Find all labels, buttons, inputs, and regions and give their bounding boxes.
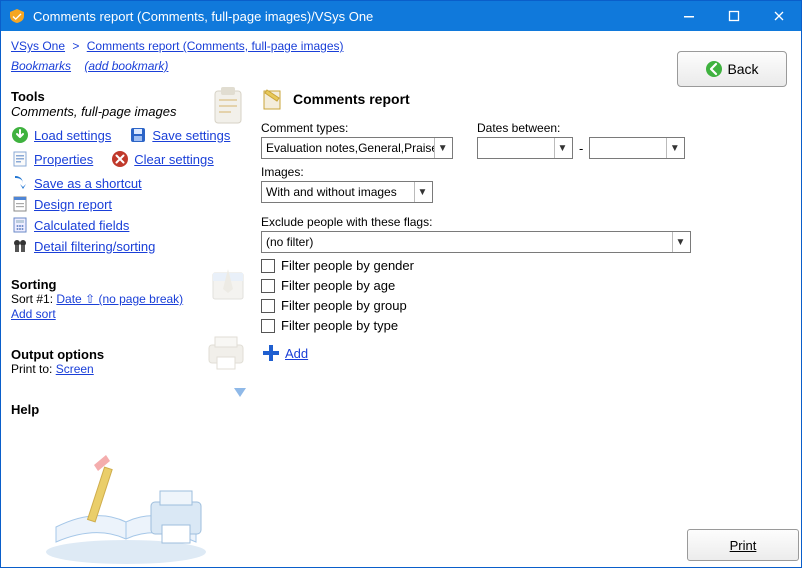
dropdown-arrow-icon: ▼ xyxy=(554,138,570,158)
save-icon xyxy=(129,126,147,144)
main-panel: Comments report Comment types: Evaluatio… xyxy=(261,83,801,567)
maximize-button[interactable] xyxy=(711,1,756,31)
breadcrumb-current[interactable]: Comments report (Comments, full-page ima… xyxy=(87,39,344,53)
back-button[interactable]: Back xyxy=(677,51,787,87)
filter-age-label: Filter people by age xyxy=(281,278,395,293)
header-area: VSys One > Comments report (Comments, fu… xyxy=(1,31,801,83)
content: Tools Comments, full-page images Load se… xyxy=(1,83,801,567)
report-title-icon xyxy=(261,87,285,111)
breadcrumb-root[interactable]: VSys One xyxy=(11,39,65,53)
load-settings-link[interactable]: Load settings xyxy=(34,128,111,143)
printer-icon xyxy=(203,329,249,375)
images-value: With and without images xyxy=(266,185,397,199)
filter-group-checkbox[interactable] xyxy=(261,299,275,313)
help-expand-icon[interactable] xyxy=(231,383,249,401)
bookmarks-row: Bookmarks (add bookmark) xyxy=(11,59,791,79)
bookmarks-link[interactable]: Bookmarks xyxy=(11,59,71,73)
exclude-flags-dropdown[interactable]: (no filter) ▼ xyxy=(261,231,691,253)
design-icon xyxy=(11,195,29,213)
left-panel: Tools Comments, full-page images Load se… xyxy=(1,83,261,567)
add-filter-link[interactable]: Add xyxy=(285,346,308,361)
design-report-link[interactable]: Design report xyxy=(34,197,112,212)
titlebar: Comments report (Comments, full-page ima… xyxy=(1,1,801,31)
decorative-book-printer-icon xyxy=(36,447,216,567)
dropdown-arrow-icon: ▼ xyxy=(434,138,450,158)
window-controls xyxy=(666,1,801,31)
clipboard-icon xyxy=(207,85,249,127)
breadcrumb-separator: > xyxy=(68,39,83,53)
app-icon xyxy=(9,8,25,24)
calculated-fields-link[interactable]: Calculated fields xyxy=(34,218,129,233)
print-to-label: Print to: xyxy=(11,362,52,376)
save-settings-link[interactable]: Save settings xyxy=(152,128,230,143)
date-from-dropdown[interactable]: ▼ xyxy=(477,137,573,159)
images-label: Images: xyxy=(261,165,433,179)
filter-type-label: Filter people by type xyxy=(281,318,398,333)
dropdown-arrow-icon: ▼ xyxy=(672,232,688,252)
add-bookmark-link[interactable]: (add bookmark) xyxy=(84,59,168,73)
detail-icon xyxy=(11,237,29,255)
shortcut-icon xyxy=(11,174,29,192)
filter-age-checkbox[interactable] xyxy=(261,279,275,293)
print-target-link[interactable]: Screen xyxy=(56,362,94,376)
clear-settings-link[interactable]: Clear settings xyxy=(134,152,213,167)
comment-types-label: Comment types: xyxy=(261,121,453,135)
detail-filtering-link[interactable]: Detail filtering/sorting xyxy=(34,239,155,254)
save-shortcut-link[interactable]: Save as a shortcut xyxy=(34,176,142,191)
dropdown-arrow-icon: ▼ xyxy=(666,138,682,158)
filter-gender-checkbox[interactable] xyxy=(261,259,275,273)
filter-type-checkbox[interactable] xyxy=(261,319,275,333)
help-heading: Help xyxy=(11,402,255,417)
comment-types-value: Evaluation notes,General,Praise xyxy=(266,141,434,155)
back-label: Back xyxy=(727,61,758,77)
window-title: Comments report (Comments, full-page ima… xyxy=(33,9,666,24)
main-title-row: Comments report xyxy=(261,85,787,113)
calc-icon xyxy=(11,216,29,234)
back-arrow-icon xyxy=(705,60,723,78)
sort-prefix: Sort #1: xyxy=(11,292,53,306)
add-plus-icon xyxy=(261,343,281,363)
clear-icon xyxy=(111,150,129,168)
filter-gender-label: Filter people by gender xyxy=(281,258,414,273)
filter-checkboxes: Filter people by gender Filter people by… xyxy=(261,258,787,333)
main-title: Comments report xyxy=(293,91,410,107)
properties-icon xyxy=(11,150,29,168)
calendar-pin-icon xyxy=(207,263,249,305)
sort-link[interactable]: Date ⇧ (no page break) xyxy=(56,292,183,306)
print-button[interactable]: Print xyxy=(687,529,799,561)
date-to-dropdown[interactable]: ▼ xyxy=(589,137,685,159)
exclude-flags-value: (no filter) xyxy=(266,235,313,249)
exclude-flags-label: Exclude people with these flags: xyxy=(261,215,691,229)
properties-link[interactable]: Properties xyxy=(34,152,93,167)
dropdown-arrow-icon: ▼ xyxy=(414,182,430,202)
dates-between-label: Dates between: xyxy=(477,121,685,135)
images-dropdown[interactable]: With and without images ▼ xyxy=(261,181,433,203)
load-icon xyxy=(11,126,29,144)
print-label: Print xyxy=(730,538,757,553)
comment-types-dropdown[interactable]: Evaluation notes,General,Praise ▼ xyxy=(261,137,453,159)
minimize-button[interactable] xyxy=(666,1,711,31)
filter-group-label: Filter people by group xyxy=(281,298,407,313)
add-sort-link[interactable]: Add sort xyxy=(11,307,56,321)
date-range-dash: - xyxy=(577,141,585,159)
close-button[interactable] xyxy=(756,1,801,31)
breadcrumb: VSys One > Comments report (Comments, fu… xyxy=(11,37,791,59)
